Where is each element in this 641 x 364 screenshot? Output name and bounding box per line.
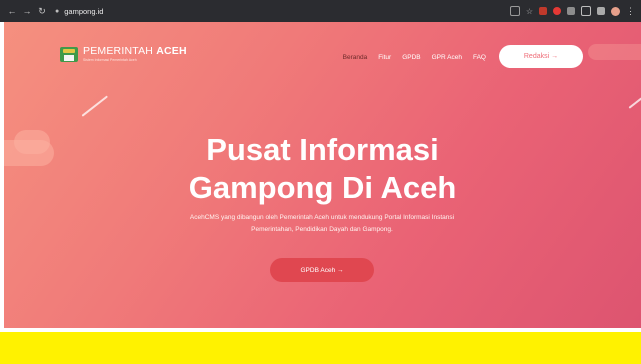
address-url: gampong.id [64, 6, 104, 16]
hero-title: Pusat Informasi Gampong Di Aceh [4, 131, 641, 207]
yellow-banner [0, 332, 641, 364]
profile-avatar[interactable] [611, 6, 620, 16]
browser-toolbar: ← → ↻ ● gampong.id ☆ ⋮ [0, 0, 641, 22]
hero-description-line: AcehCMS yang dibangun oleh Pemerintah Ac… [189, 214, 455, 221]
hero-section: PEMERINTAH ACEH Sistem Informasi Pemerin… [4, 22, 641, 328]
tab-icon[interactable] [581, 6, 591, 16]
nav-item-gpr-aceh[interactable]: GPR Aceh [432, 54, 462, 61]
forward-arrow-icon[interactable]: → [21, 6, 33, 16]
hero-title-line: Pusat Informasi [206, 132, 439, 167]
window-icon[interactable] [597, 7, 605, 15]
brand-subtitle: Sistem Informasi Pemerintah Aceh [83, 57, 137, 62]
gpdb-aceh-button[interactable]: GPDB Aceh → [270, 258, 374, 282]
address-bar[interactable]: ● gampong.id [55, 4, 103, 18]
main-nav: Beranda Fitur GPDB GPR Aceh FAQ [343, 54, 486, 61]
hero-description-line: Pemerintahan, Pendidikan Dayah dan Gampo… [251, 226, 393, 233]
puzzle-icon[interactable] [567, 7, 575, 15]
brand-name: PEMERINTAH ACEH [83, 45, 187, 57]
extension-icon[interactable] [553, 7, 561, 15]
shooting-star-decoration [628, 97, 641, 109]
hero-title-line: Gampong Di Aceh [188, 170, 457, 205]
browser-extensions: ☆ ⋮ [509, 0, 635, 22]
nav-item-beranda[interactable]: Beranda [343, 54, 368, 61]
hero-description: AcehCMS yang dibangun oleh Pemerintah Ac… [122, 212, 522, 236]
redaksi-button[interactable]: Redaksi → [499, 45, 583, 68]
shooting-star-decoration [81, 95, 108, 117]
nav-item-fitur[interactable]: Fitur [378, 54, 391, 61]
menu-kebab-icon[interactable]: ⋮ [626, 6, 635, 17]
back-arrow-icon[interactable]: ← [6, 6, 18, 16]
lock-icon: ● [55, 7, 60, 15]
nav-item-faq[interactable]: FAQ [473, 54, 486, 61]
star-icon[interactable]: ☆ [526, 7, 533, 16]
reload-icon[interactable]: ↻ [36, 6, 48, 17]
cloud-decoration [588, 44, 641, 60]
nav-item-gpdb[interactable]: GPDB [402, 54, 420, 61]
site-logo[interactable]: PEMERINTAH ACEH Sistem Informasi Pemerin… [60, 46, 187, 62]
extension-icon[interactable] [539, 7, 547, 15]
logo-emblem-icon [60, 46, 78, 62]
share-icon[interactable] [509, 6, 520, 16]
